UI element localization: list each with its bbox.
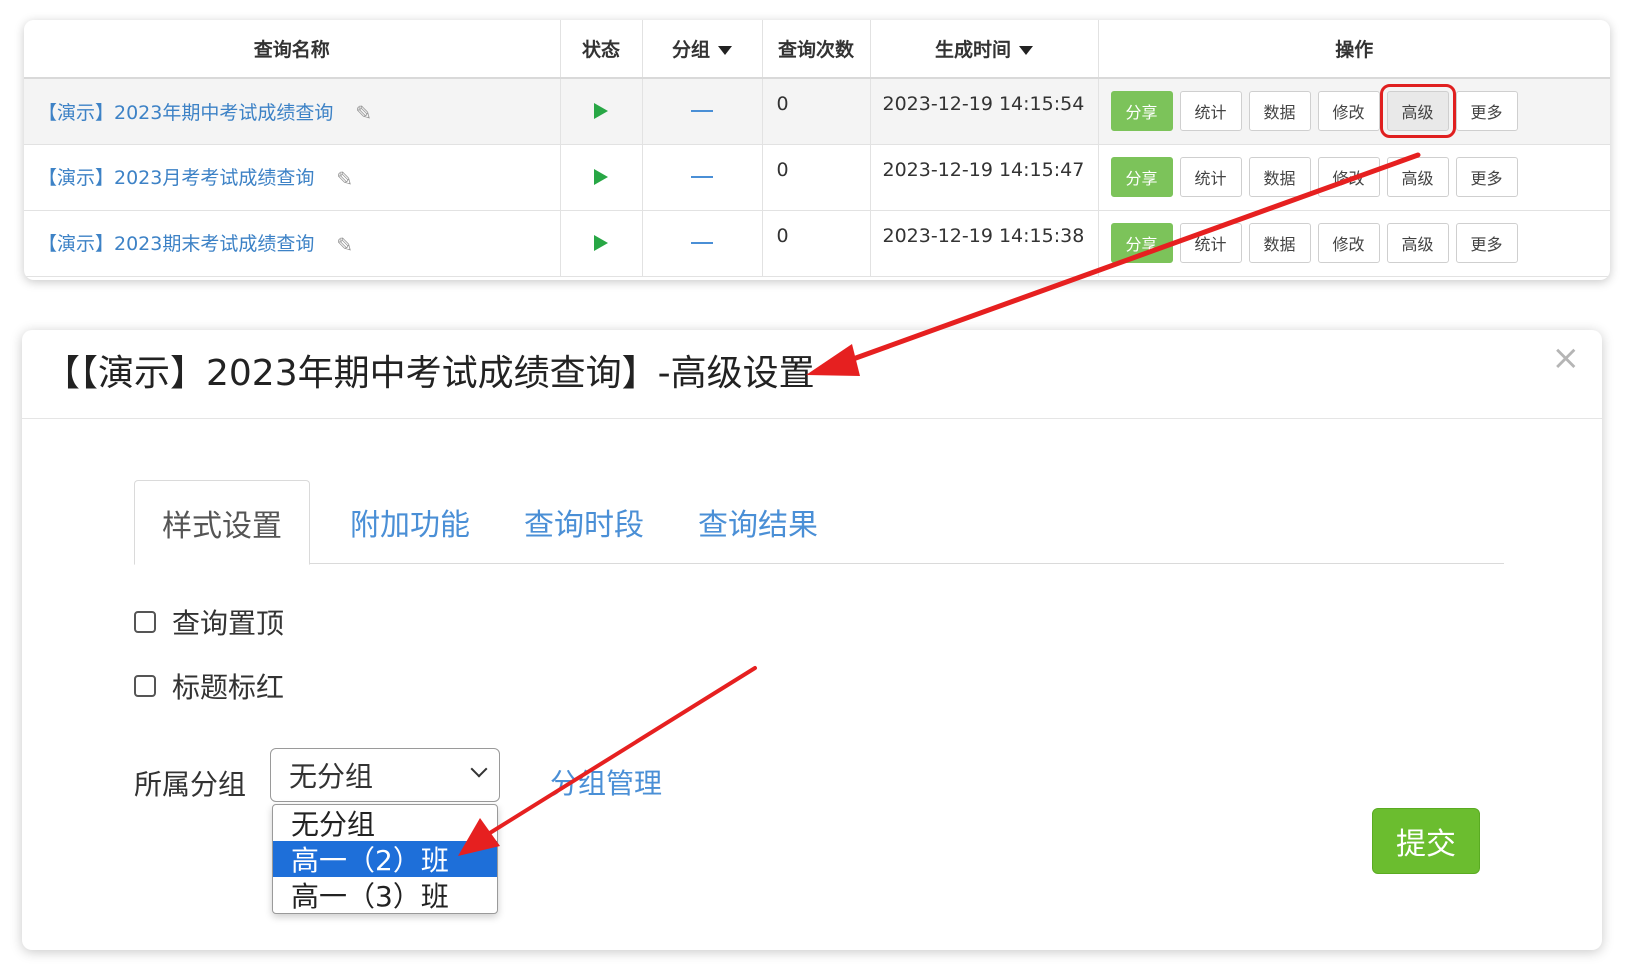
header-query-name: 查询名称 [24, 20, 561, 79]
group-label: 所属分组 [134, 768, 247, 801]
pin-query-checkbox[interactable] [134, 611, 156, 633]
status-cell [560, 78, 643, 145]
header-query-count: 查询次数 [762, 20, 871, 79]
pin-query-option[interactable]: 查询置顶 [134, 602, 284, 642]
query-name-cell: 【演示】2023期末考试成绩查询 ✎ [24, 210, 561, 277]
query-name-cell: 【演示】2023月考考试成绩查询 ✎ [24, 144, 561, 211]
group-option[interactable]: 高一（3）班 [273, 877, 497, 913]
more-button[interactable]: 更多 [1455, 223, 1518, 263]
no-group-dash [691, 110, 713, 113]
header-status: 状态 [560, 20, 643, 79]
advanced-settings-dialog: 【【演示】2023年期中考试成绩查询】-高级设置 × 样式设置 附加功能 查询时… [22, 330, 1602, 950]
more-button[interactable]: 更多 [1455, 91, 1518, 132]
share-button[interactable]: 分享 [1110, 157, 1173, 197]
query-name-link[interactable]: 【演示】2023期末考试成绩查询 [38, 233, 314, 255]
tab-query-result[interactable]: 查询结果 [678, 480, 838, 564]
query-table: 查询名称 状态 分组 查询次数 生成时间 操作 【演示】2023年期中考试成绩查… [24, 20, 1610, 277]
operations-cell: 分享 统计 数据 修改 高级 更多 [1098, 78, 1610, 145]
query-table-card: 查询名称 状态 分组 查询次数 生成时间 操作 【演示】2023年期中考试成绩查… [24, 20, 1610, 280]
query-count: 0 [762, 210, 871, 277]
stats-button[interactable]: 统计 [1179, 91, 1242, 132]
table-row: 【演示】2023年期中考试成绩查询 ✎ 0 2023-12-19 14:15:54… [24, 78, 1610, 145]
table-row: 【演示】2023期末考试成绩查询 ✎ 0 2023-12-19 14:15:38 … [24, 210, 1610, 277]
stats-button[interactable]: 统计 [1179, 223, 1242, 263]
group-select[interactable]: 无分组 [270, 748, 500, 802]
pin-query-label: 查询置顶 [172, 607, 285, 640]
pencil-edit-icon[interactable]: ✎ [336, 167, 353, 191]
group-select-value: 无分组 [289, 760, 374, 793]
table-row: 【演示】2023月考考试成绩查询 ✎ 0 2023-12-19 14:15:47 … [24, 144, 1610, 211]
group-option-selected[interactable]: 高一（2）班 [273, 841, 497, 877]
sort-down-icon[interactable] [1019, 46, 1033, 55]
close-icon[interactable]: × [1552, 338, 1581, 378]
query-count: 0 [762, 78, 871, 145]
dialog-title: 【【演示】2023年期中考试成绩查询】-高级设置 [44, 353, 815, 394]
created-time: 2023-12-19 14:15:47 [870, 144, 1099, 211]
operations-cell: 分享 统计 数据 修改 高级 更多 [1098, 144, 1610, 211]
tab-extra-features[interactable]: 附加功能 [330, 480, 490, 564]
play-status-icon[interactable] [594, 169, 608, 185]
more-button[interactable]: 更多 [1455, 157, 1518, 197]
query-name-link[interactable]: 【演示】2023月考考试成绩查询 [38, 167, 314, 189]
dialog-divider [22, 418, 1602, 419]
advanced-button[interactable]: 高级 [1386, 223, 1449, 263]
edit-button[interactable]: 修改 [1317, 223, 1380, 263]
no-group-dash [691, 242, 713, 244]
share-button[interactable]: 分享 [1110, 223, 1173, 263]
no-group-dash [691, 176, 713, 178]
header-created-time[interactable]: 生成时间 [870, 20, 1099, 79]
data-button[interactable]: 数据 [1248, 91, 1311, 132]
created-time: 2023-12-19 14:15:54 [870, 78, 1099, 145]
tab-style-settings[interactable]: 样式设置 [134, 480, 310, 565]
tab-query-period[interactable]: 查询时段 [504, 480, 664, 564]
sort-down-icon[interactable] [718, 46, 732, 55]
pencil-edit-icon[interactable]: ✎ [355, 101, 372, 125]
status-cell [560, 144, 643, 211]
play-status-icon[interactable] [594, 235, 608, 251]
red-title-label: 标题标红 [172, 671, 285, 704]
query-name-link[interactable]: 【演示】2023年期中考试成绩查询 [38, 102, 333, 124]
header-group[interactable]: 分组 [642, 20, 763, 79]
operations-cell: 分享 统计 数据 修改 高级 更多 [1098, 210, 1610, 277]
settings-tabs: 样式设置 附加功能 查询时段 查询结果 [134, 480, 1504, 565]
header-time-label: 生成时间 [934, 39, 1011, 61]
header-group-label: 分组 [671, 39, 710, 61]
pencil-edit-icon[interactable]: ✎ [336, 233, 353, 257]
edit-button[interactable]: 修改 [1317, 91, 1380, 132]
status-cell [560, 210, 643, 277]
red-title-checkbox[interactable] [134, 675, 156, 697]
created-time: 2023-12-19 14:15:38 [870, 210, 1099, 277]
share-button[interactable]: 分享 [1110, 91, 1173, 132]
group-manage-link[interactable]: 分组管理 [550, 762, 662, 802]
advanced-button[interactable]: 高级 [1386, 157, 1449, 197]
play-status-icon[interactable] [594, 103, 608, 120]
query-count: 0 [762, 144, 871, 211]
data-button[interactable]: 数据 [1248, 223, 1311, 263]
header-operations: 操作 [1098, 20, 1610, 79]
group-option[interactable]: 无分组 [273, 805, 497, 841]
group-cell [642, 210, 763, 277]
stats-button[interactable]: 统计 [1179, 157, 1242, 197]
submit-button[interactable]: 提交 [1372, 808, 1480, 874]
red-title-option[interactable]: 标题标红 [134, 666, 284, 706]
group-cell [642, 144, 763, 211]
group-cell [642, 78, 763, 145]
edit-button[interactable]: 修改 [1317, 157, 1380, 197]
query-name-cell: 【演示】2023年期中考试成绩查询 ✎ [24, 78, 561, 145]
data-button[interactable]: 数据 [1248, 157, 1311, 197]
group-dropdown-list: 无分组 高一（2）班 高一（3）班 [272, 804, 498, 914]
chevron-down-icon [470, 760, 488, 778]
advanced-button-highlighted[interactable]: 高级 [1379, 84, 1456, 139]
